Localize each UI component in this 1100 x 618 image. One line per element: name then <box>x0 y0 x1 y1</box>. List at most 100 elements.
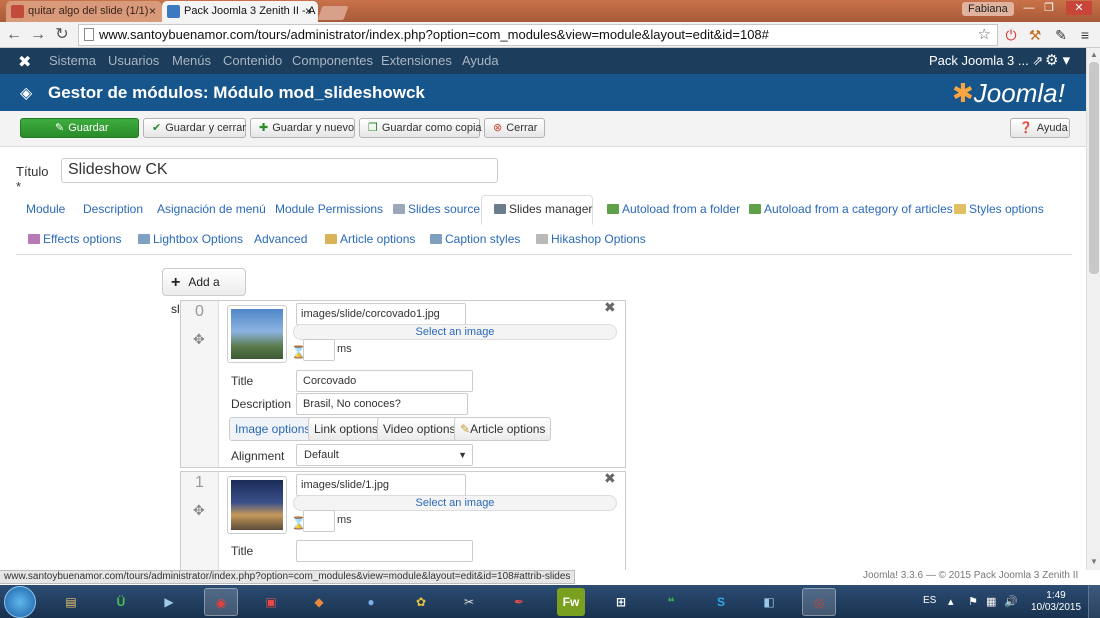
slide-title-input[interactable]: Corcovado <box>296 370 473 392</box>
save-copy-button[interactable]: ❐ Guardar como copia <box>359 118 482 138</box>
remove-slide-icon[interactable]: ✖ <box>604 470 616 487</box>
tab-autoload-folder[interactable]: Autoload from a folder <box>607 202 740 216</box>
start-button[interactable] <box>4 586 36 618</box>
video-options-button[interactable]: Video options <box>377 417 462 441</box>
user-gear-icon[interactable]: ⚙ ▾ <box>1045 51 1070 69</box>
hangouts-icon[interactable]: ❝ <box>654 588 688 616</box>
alignment-select[interactable]: Default ▼ <box>296 444 473 466</box>
grid-app-icon[interactable]: ⊞ <box>604 588 638 616</box>
skype-icon[interactable]: S <box>704 588 738 616</box>
bookmark-star-icon[interactable]: ☆ <box>978 25 991 45</box>
tab-article-options[interactable]: Article options <box>325 232 415 246</box>
menu-menus[interactable]: Menús <box>172 53 211 68</box>
minimize-icon[interactable]: — <box>1020 1 1038 15</box>
image-options-button[interactable]: Image options <box>229 417 317 441</box>
chrome-menu-icon[interactable]: ≡ <box>1076 26 1094 44</box>
move-handle-icon[interactable]: ✥ <box>193 502 205 519</box>
extension-pen-icon[interactable]: ✎ <box>1052 26 1070 44</box>
tab-effects-options[interactable]: Effects options <box>28 232 122 246</box>
tray-flag-icon[interactable]: ⚑ <box>968 595 978 608</box>
tab-autoload-category[interactable]: Autoload from a category of articles <box>749 202 953 216</box>
tab-advanced[interactable]: Advanced <box>254 232 307 246</box>
joomla-small-logo-icon[interactable]: ✖ <box>18 52 31 72</box>
tab-lightbox-options[interactable]: Lightbox Options <box>138 232 243 246</box>
scrollbar-thumb[interactable] <box>1089 62 1099 274</box>
menu-sistema[interactable]: Sistema <box>49 53 96 68</box>
tab-caption-styles[interactable]: Caption styles <box>430 232 520 246</box>
menu-ayuda[interactable]: Ayuda <box>462 53 499 68</box>
save-button[interactable]: ✎ Guardar <box>20 118 139 138</box>
article-options-button[interactable]: ✎Article options <box>454 417 552 441</box>
system-clock[interactable]: 1:49 10/03/2015 <box>1030 590 1082 614</box>
media-player-icon[interactable]: ▶ <box>152 588 186 616</box>
slide-thumbnail[interactable] <box>227 305 287 363</box>
browser-user-badge[interactable]: Fabiana <box>962 2 1014 16</box>
new-tab-button[interactable] <box>317 6 349 20</box>
scroll-down-icon[interactable]: ▼ <box>1090 557 1098 566</box>
save-close-button[interactable]: ✔ Guardar y cerrar <box>143 118 246 138</box>
extension-red-icon[interactable]: ⏻ <box>1002 26 1020 44</box>
picasa-icon[interactable]: ✿ <box>404 588 438 616</box>
image-path-input[interactable]: images/slide/1.jpg <box>296 474 466 496</box>
duration-input[interactable] <box>303 510 335 532</box>
pen-app-icon[interactable]: ✒ <box>502 588 536 616</box>
tray-arrow-icon[interactable]: ▴ <box>948 595 954 608</box>
explorer-folder-icon[interactable]: ▤ <box>54 588 88 616</box>
network-icon[interactable]: ▦ <box>986 595 996 608</box>
window-close-icon[interactable]: ✕ <box>1066 1 1092 15</box>
browser-tab-2[interactable]: Pack Joomla 3 Zenith II - A × <box>162 1 318 22</box>
tab-module[interactable]: Module <box>26 202 65 216</box>
tab-module-permissions[interactable]: Module Permissions <box>275 202 383 216</box>
reload-icon[interactable]: ↻ <box>52 25 72 45</box>
title-input[interactable]: Slideshow CK <box>61 158 498 183</box>
close-tab-1-icon[interactable]: × <box>149 1 156 21</box>
move-handle-icon[interactable]: ✥ <box>193 331 205 348</box>
link-options-button[interactable]: Link options <box>308 417 385 441</box>
page-scrollbar[interactable]: ▲ ▼ <box>1086 48 1100 570</box>
browser-tab-1[interactable]: quitar algo del slide (1/1) × <box>6 1 162 22</box>
tab-menu-assignment[interactable]: Asignación de menú <box>157 202 266 216</box>
duration-input[interactable] <box>303 339 335 361</box>
chrome-taskbar-icon[interactable]: ◉ <box>204 588 238 616</box>
menu-contenido[interactable]: Contenido <box>223 53 282 68</box>
green-app-icon[interactable]: Ü <box>104 588 138 616</box>
select-image-button[interactable]: Select an image <box>293 324 617 340</box>
slide-title-input[interactable] <box>296 540 473 562</box>
window-app-icon[interactable]: ◧ <box>752 588 786 616</box>
language-indicator[interactable]: ES <box>923 595 936 606</box>
tab-description[interactable]: Description <box>83 202 143 216</box>
blue-app-icon[interactable]: ● <box>354 588 388 616</box>
orange-app-icon[interactable]: ◆ <box>302 588 336 616</box>
show-desktop-button[interactable] <box>1088 585 1100 618</box>
tab-styles-options[interactable]: Styles options <box>954 202 1044 216</box>
clock-time: 1:49 <box>1046 590 1066 601</box>
url-input[interactable]: www.santoybuenamor.com/tours/administrat… <box>78 24 998 46</box>
back-icon[interactable]: ← <box>4 25 24 45</box>
close-tab-2-icon[interactable]: × <box>305 1 312 21</box>
remove-slide-icon[interactable]: ✖ <box>604 299 616 316</box>
site-name-link[interactable]: Pack Joomla 3 ... ⇗ <box>929 53 1043 69</box>
image-path-input[interactable]: images/slide/corcovado1.jpg <box>296 303 466 325</box>
menu-componentes[interactable]: Componentes <box>292 53 373 68</box>
extension-hammer-icon[interactable]: ⚒ <box>1026 26 1044 44</box>
save-new-button[interactable]: ✚ Guardar y nuevo <box>250 118 355 138</box>
close-button[interactable]: ⊗ Cerrar <box>484 118 545 138</box>
red-app-icon[interactable]: ▣ <box>254 588 288 616</box>
forward-icon[interactable]: → <box>28 25 48 45</box>
tool-app-icon[interactable]: ✂ <box>452 588 486 616</box>
slide-description-input[interactable]: Brasil, No conoces? <box>296 393 468 415</box>
tab-hikashop-options[interactable]: Hikashop Options <box>536 232 646 246</box>
tab-slides-manager[interactable]: Slides manager <box>494 202 592 216</box>
select-image-button[interactable]: Select an image <box>293 495 617 511</box>
menu-extensiones[interactable]: Extensiones <box>381 53 452 68</box>
tab-slides-source[interactable]: Slides source <box>393 202 480 216</box>
active-app-icon[interactable]: ◎ <box>802 588 836 616</box>
add-slide-button[interactable]: +Add a slide <box>162 268 246 316</box>
menu-usuarios[interactable]: Usuarios <box>108 53 159 68</box>
help-button[interactable]: ❓ Ayuda <box>1010 118 1070 138</box>
fireworks-icon[interactable]: Fw <box>557 588 585 616</box>
maximize-icon[interactable]: ❐ <box>1040 1 1058 15</box>
slide-thumbnail[interactable] <box>227 476 287 534</box>
volume-icon[interactable]: 🔊 <box>1004 595 1018 608</box>
scroll-up-icon[interactable]: ▲ <box>1090 50 1098 59</box>
